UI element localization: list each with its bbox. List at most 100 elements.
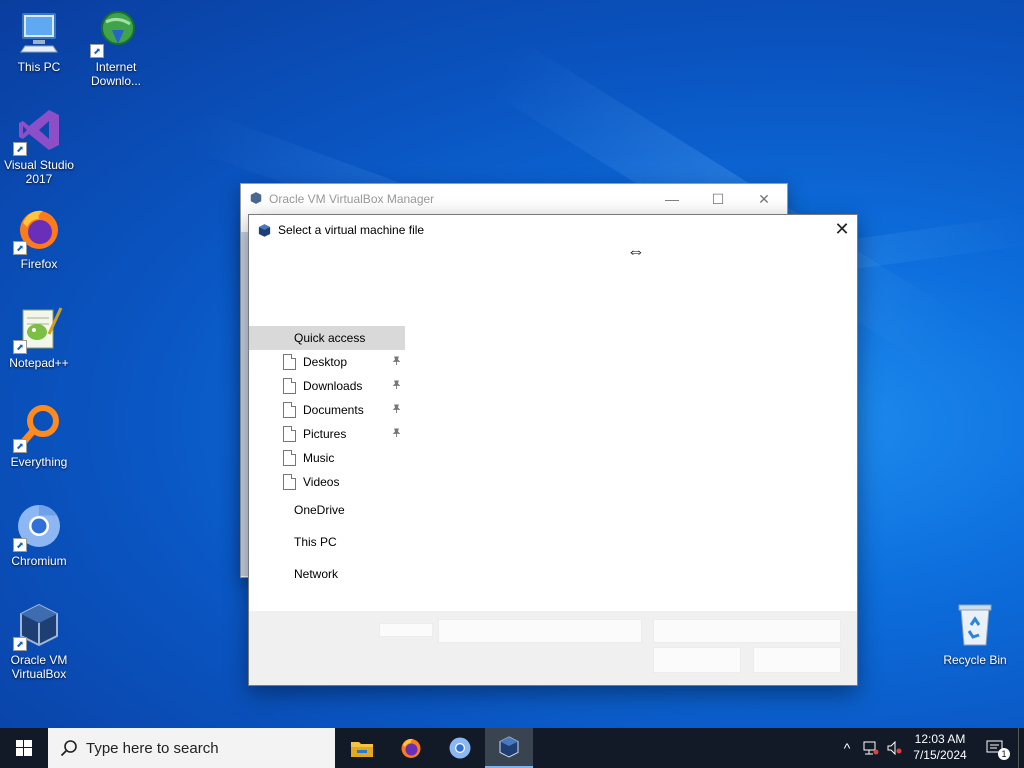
file-explorer-icon bbox=[351, 742, 373, 757]
virtualbox-icon bbox=[257, 223, 272, 238]
shortcut-arrow-icon: ⬈ bbox=[13, 439, 27, 453]
file-type-select[interactable] bbox=[653, 619, 841, 643]
desktop-icon-label: Notepad++ bbox=[9, 356, 69, 370]
close-button[interactable]: ✕ bbox=[741, 184, 787, 214]
start-button[interactable] bbox=[0, 728, 48, 768]
firefox-icon: ⬈ bbox=[13, 205, 63, 255]
navigation-pane[interactable]: Quick access Desktop Downloads Documents… bbox=[249, 326, 405, 590]
recycle-bin-icon bbox=[951, 601, 999, 649]
folder-icon bbox=[283, 450, 296, 466]
nav-item-label: Documents bbox=[303, 403, 364, 417]
minimize-button[interactable]: — bbox=[649, 184, 695, 214]
nav-item-documents[interactable]: Documents bbox=[249, 398, 405, 422]
desktop-icon-visual-studio[interactable]: ⬈ Visual Studio 2017 bbox=[1, 106, 77, 186]
dialog-title-bar[interactable]: Select a virtual machine file bbox=[249, 215, 857, 245]
shortcut-arrow-icon: ⬈ bbox=[13, 637, 27, 651]
folder-icon bbox=[283, 402, 296, 418]
search-placeholder: Type here to search bbox=[86, 739, 219, 757]
nav-item-pictures[interactable]: Pictures bbox=[249, 422, 405, 446]
desktop-icon-internet-download-manager[interactable]: ⬈ Internet Downlo... bbox=[78, 8, 154, 88]
nav-item-music[interactable]: Music bbox=[249, 446, 405, 470]
maximize-button[interactable]: ☐ bbox=[695, 184, 741, 214]
select-vm-file-dialog[interactable]: Select a virtual machine file ✕ ⇔ Quick … bbox=[248, 214, 858, 686]
folder-icon bbox=[283, 474, 296, 490]
virtualbox-icon bbox=[249, 191, 263, 208]
desktop-icon-this-pc[interactable]: This PC bbox=[1, 8, 77, 74]
nav-item-label: Desktop bbox=[303, 355, 348, 369]
volume-muted-icon[interactable] bbox=[884, 728, 906, 768]
computer-icon bbox=[15, 8, 63, 56]
desktop-icon-label: Internet Downlo... bbox=[90, 60, 142, 88]
system-clock[interactable]: 12:03 AM 7/15/2024 bbox=[905, 731, 975, 763]
open-button[interactable] bbox=[653, 647, 741, 673]
windows-logo-icon bbox=[16, 740, 32, 756]
desktop-icon-everything[interactable]: ⬈ Everything bbox=[1, 403, 77, 469]
chromium-icon: ⬈ bbox=[13, 502, 63, 552]
virtualbox-icon bbox=[499, 736, 519, 758]
desktop-icon-label: Firefox bbox=[20, 257, 58, 271]
folder-icon bbox=[283, 378, 296, 394]
internet-download-manager-icon: ⬈ bbox=[90, 8, 140, 58]
chromium-icon bbox=[449, 737, 471, 759]
firefox-icon bbox=[401, 738, 421, 758]
desktop-icon-label: This PC bbox=[17, 60, 61, 74]
desktop-icon-virtualbox[interactable]: ⬈ Oracle VM VirtualBox bbox=[1, 601, 77, 681]
action-center-button[interactable]: 1 bbox=[980, 728, 1010, 768]
desktop-icon-label: Oracle VM VirtualBox bbox=[10, 653, 68, 681]
desktop-icon-label: Recycle Bin bbox=[943, 653, 1007, 667]
clock-date: 7/15/2024 bbox=[913, 748, 967, 762]
taskbar: Type here to search ^ 12:03 AM 7/15/2024… bbox=[0, 728, 1024, 768]
cancel-button[interactable] bbox=[753, 647, 841, 673]
nav-item-label: Downloads bbox=[303, 379, 363, 393]
desktop-icon-recycle-bin[interactable]: Recycle Bin bbox=[937, 601, 1013, 667]
pin-icon bbox=[392, 404, 401, 416]
folder-icon bbox=[283, 354, 296, 370]
everything-search-icon: ⬈ bbox=[13, 403, 63, 453]
nav-item-videos[interactable]: Videos bbox=[249, 470, 405, 494]
desktop-icon-notepad-plus-plus[interactable]: ⬈ Notepad++ bbox=[1, 304, 77, 370]
nav-network[interactable]: Network bbox=[249, 558, 405, 590]
nav-item-desktop[interactable]: Desktop bbox=[249, 350, 405, 374]
nav-onedrive[interactable]: OneDrive bbox=[249, 494, 405, 526]
network-icon[interactable] bbox=[860, 728, 882, 768]
notepad-plus-plus-icon: ⬈ bbox=[13, 304, 63, 354]
pin-icon bbox=[392, 428, 401, 440]
desktop-icon-label: Everything bbox=[10, 455, 68, 469]
virtualbox-icon: ⬈ bbox=[13, 601, 63, 651]
desktop-icon-firefox[interactable]: ⬈ Firefox bbox=[1, 205, 77, 271]
dialog-footer bbox=[249, 611, 857, 685]
desktop-icon-label: Chromium bbox=[11, 554, 67, 568]
shortcut-arrow-icon: ⬈ bbox=[13, 142, 27, 156]
notification-count-badge: 1 bbox=[998, 748, 1010, 760]
show-desktop-button[interactable] bbox=[1018, 728, 1024, 768]
nav-item-label: Music bbox=[303, 451, 335, 465]
file-name-label bbox=[379, 623, 433, 637]
nav-quick-access[interactable]: Quick access bbox=[249, 326, 405, 350]
resize-cursor-icon: ⇔ bbox=[627, 241, 645, 261]
taskbar-chromium[interactable] bbox=[436, 728, 484, 768]
tray-overflow-chevron-icon[interactable]: ^ bbox=[838, 728, 856, 768]
taskbar-search-box[interactable]: Type here to search bbox=[48, 728, 335, 768]
shortcut-arrow-icon: ⬈ bbox=[90, 44, 104, 58]
shortcut-arrow-icon: ⬈ bbox=[13, 241, 27, 255]
dialog-title: Select a virtual machine file bbox=[278, 223, 425, 237]
search-icon bbox=[60, 739, 78, 757]
nav-item-downloads[interactable]: Downloads bbox=[249, 374, 405, 398]
pin-icon bbox=[392, 356, 401, 368]
dialog-close-button[interactable]: ✕ bbox=[827, 215, 857, 243]
desktop-icon-chromium[interactable]: ⬈ Chromium bbox=[1, 502, 77, 568]
desktop-icon-label: Visual Studio 2017 bbox=[4, 158, 74, 186]
notification-icon: 1 bbox=[986, 740, 1010, 760]
file-name-input[interactable] bbox=[438, 619, 642, 643]
taskbar-file-explorer[interactable] bbox=[338, 728, 386, 768]
nav-item-label: Videos bbox=[303, 475, 340, 489]
taskbar-virtualbox[interactable] bbox=[485, 728, 533, 768]
clock-time: 12:03 AM bbox=[914, 732, 966, 746]
pin-icon bbox=[392, 380, 401, 392]
nav-item-label: Pictures bbox=[303, 427, 347, 441]
nav-this-pc[interactable]: This PC bbox=[249, 526, 405, 558]
shortcut-arrow-icon: ⬈ bbox=[13, 340, 27, 354]
taskbar-firefox[interactable] bbox=[387, 728, 435, 768]
folder-icon bbox=[283, 426, 296, 442]
manager-title: Oracle VM VirtualBox Manager bbox=[269, 192, 435, 206]
